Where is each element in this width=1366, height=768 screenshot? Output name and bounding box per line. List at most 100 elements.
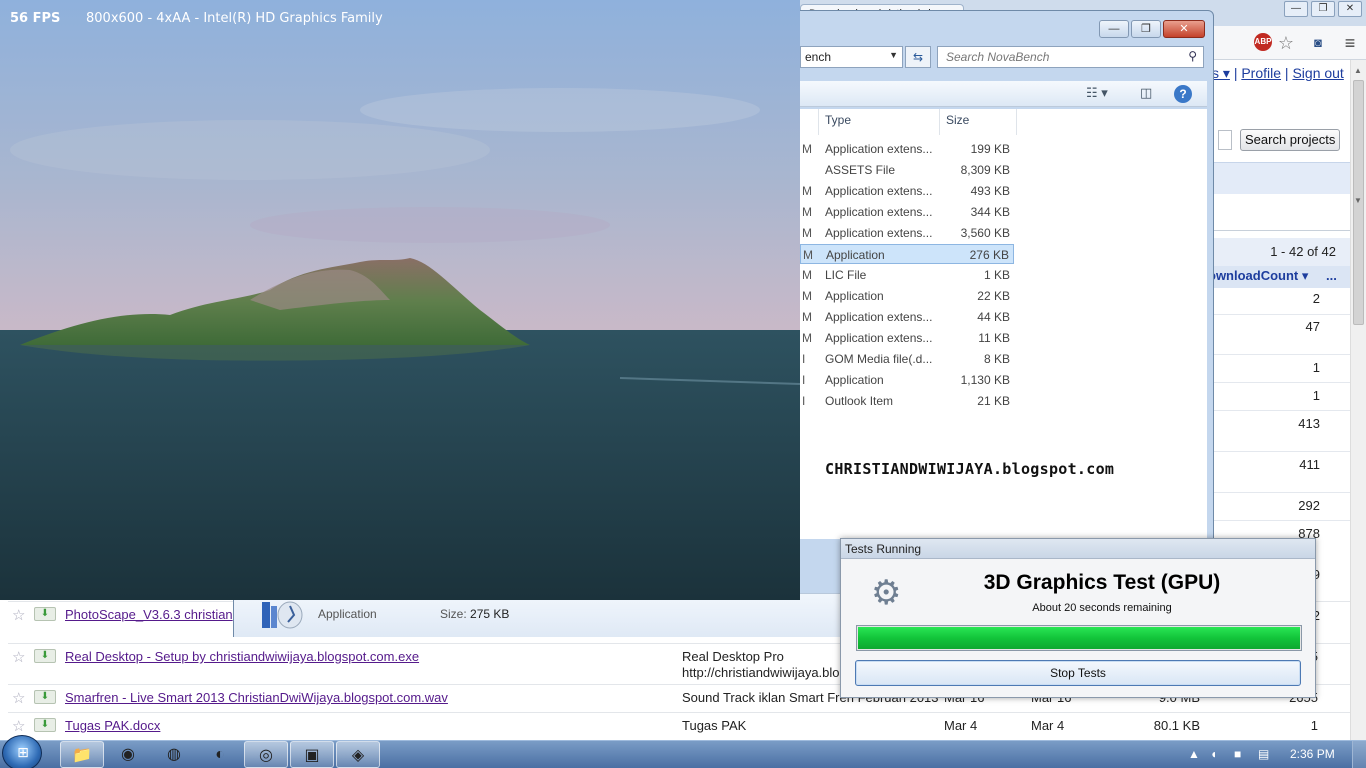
file-row[interactable]: M Application extens... 493 KB (800, 181, 1014, 201)
file-size: 1 KB (983, 268, 1010, 282)
column-label[interactable]: ownloadCount ▾ (1208, 268, 1308, 284)
extension-icon[interactable]: ◙ (1308, 33, 1328, 53)
file-row[interactable]: M Application extens... 3,560 KB (800, 223, 1014, 243)
scroll-down-icon[interactable]: ▼ (1354, 196, 1362, 205)
details-size-value: 275 KB (470, 607, 510, 621)
start-button[interactable]: ⊞ (2, 735, 42, 768)
star-icon[interactable]: ☆ (12, 606, 25, 624)
network-icon[interactable]: ▤ (1258, 747, 1269, 761)
menu-icon[interactable]: ≡ (1340, 33, 1360, 53)
search-icon[interactable]: ⚲ (1188, 49, 1197, 63)
search-projects-button[interactable]: Search projects (1240, 129, 1341, 151)
column-divider[interactable] (939, 109, 940, 135)
signout-link[interactable]: Sign out (1292, 65, 1343, 81)
divider (1214, 230, 1350, 231)
file-type: LIC File (825, 268, 867, 282)
maximize-icon[interactable]: ❐ (1131, 20, 1161, 38)
file-row[interactable]: M Application extens... 44 KB (800, 307, 1014, 327)
star-icon[interactable]: ☆ (12, 648, 25, 666)
file-row[interactable]: I Application 1,130 KB (800, 370, 1014, 390)
file-row[interactable]: M Application 276 KB (800, 244, 1014, 264)
file-name-fragment: M (802, 268, 812, 282)
star-icon[interactable]: ☆ (12, 717, 25, 735)
file-link[interactable]: PhotoScape_V3.6.3 christian (65, 607, 233, 622)
download-icon[interactable]: ⬇ (34, 649, 56, 663)
more-columns-button[interactable]: ... (1326, 268, 1337, 283)
download-icon[interactable]: ⬇ (34, 690, 56, 704)
volume-icon[interactable]: ◖ (1210, 747, 1217, 761)
file-row[interactable]: M Application extens... 199 KB (800, 139, 1014, 159)
file-size: 276 KB (969, 248, 1009, 262)
browser-window-controls: — ❐ ✕ (1284, 1, 1362, 17)
minimize-icon[interactable]: — (1284, 1, 1308, 17)
file-size: 8 KB (983, 352, 1010, 366)
view-options-icon[interactable]: ☷ ▾ (1086, 85, 1108, 101)
globe-taskbar-icon[interactable]: ◍ (152, 741, 196, 768)
file-type: Application extens... (825, 205, 933, 219)
tray-arrow-icon[interactable]: ▲ (1188, 747, 1200, 761)
file-link[interactable]: Tugas PAK.docx (65, 718, 160, 733)
show-desktop-button[interactable] (1352, 741, 1366, 768)
preview-pane-icon[interactable]: ◫ (1140, 85, 1152, 101)
file-summary-link[interactable]: http://christiandwiwijaya.blo (682, 665, 840, 680)
refresh-icon[interactable]: ⇆ (905, 46, 931, 68)
file-summary: Tugas PAK (682, 718, 747, 733)
explorer-search-input[interactable]: Search NovaBench ⚲ (937, 46, 1204, 68)
app2-taskbar-icon[interactable]: ◈ (336, 741, 380, 768)
clock[interactable]: 2:36 PM (1290, 747, 1335, 761)
file-size: 493 KB (970, 184, 1010, 198)
file-type: GOM Media file(.d... (825, 352, 933, 366)
column-divider[interactable] (1016, 109, 1017, 135)
gpu-test-viewport: 56 FPS 800x600 - 4xAA - Intel(R) HD Grap… (0, 0, 800, 600)
adblock-icon[interactable]: ABP (1254, 33, 1272, 51)
chevron-down-icon[interactable]: ▼ (889, 50, 898, 60)
column-type[interactable]: Type (825, 113, 851, 127)
browser-scrollbar[interactable]: ▲ ▼ (1350, 60, 1366, 740)
download-count-header[interactable]: ownloadCount ▾ ... (1208, 266, 1350, 288)
file-row[interactable]: M Application extens... 344 KB (800, 202, 1014, 222)
app-taskbar-icon[interactable]: ◉ (106, 741, 150, 768)
scroll-up-icon[interactable]: ▲ (1354, 66, 1362, 75)
file-size: 3,560 KB (960, 226, 1010, 240)
file-row[interactable]: I Outlook Item 21 KB (800, 391, 1014, 411)
stop-tests-button[interactable]: Stop Tests (855, 660, 1301, 686)
file-name-fragment: M (802, 331, 812, 345)
novabench-taskbar-icon[interactable]: ▣ (290, 741, 334, 768)
file-row[interactable]: M Application 22 KB (800, 286, 1014, 306)
minimize-icon[interactable]: — (1099, 20, 1129, 38)
chrome-taskbar-icon[interactable]: ◎ (244, 741, 288, 768)
project-search-input[interactable] (1218, 130, 1232, 150)
file-row: ☆ ⬇ Tugas PAK.docx Tugas PAK Mar 4 Mar 4… (8, 712, 1350, 740)
close-icon[interactable]: ✕ (1163, 20, 1205, 38)
row-divider (1214, 410, 1350, 411)
explorer-taskbar-icon[interactable]: 📁 (60, 741, 104, 768)
file-link[interactable]: Real Desktop - Setup by christiandwiwija… (65, 649, 419, 664)
file-size: 22 KB (977, 289, 1010, 303)
file-row[interactable]: ASSETS File 8,309 KB (800, 160, 1014, 180)
file-row[interactable]: I GOM Media file(.d... 8 KB (800, 349, 1014, 369)
gear-icon: ⚙ (871, 574, 902, 612)
profile-link[interactable]: Profile (1241, 65, 1281, 81)
column-size[interactable]: Size (946, 113, 969, 127)
download-icon[interactable]: ⬇ (34, 607, 56, 621)
file-size: 8,309 KB (960, 163, 1010, 177)
download-icon[interactable]: ⬇ (34, 718, 56, 732)
star-icon[interactable]: ☆ (12, 689, 25, 707)
file-link[interactable]: Smarfren - Live Smart 2013 ChristianDwiW… (65, 690, 448, 705)
file-row[interactable]: M Application extens... 11 KB (800, 328, 1014, 348)
bookmark-star-icon[interactable]: ☆ (1276, 33, 1296, 53)
file-uploaded: Mar 4 (944, 718, 978, 733)
file-row[interactable]: M LIC File 1 KB (800, 265, 1014, 285)
tray-app-icon[interactable]: ■ (1234, 747, 1241, 761)
file-name-fragment: M (802, 289, 812, 303)
close-icon[interactable]: ✕ (1338, 1, 1362, 17)
dropdown-link[interactable]: s ▾ (1212, 65, 1230, 81)
maximize-icon[interactable]: ❐ (1311, 1, 1335, 17)
tests-running-dialog: Tests Running ⚙ 3D Graphics Test (GPU) A… (840, 538, 1316, 698)
address-bar[interactable]: ench ▼ (800, 46, 903, 68)
column-divider[interactable] (818, 109, 819, 135)
help-icon[interactable]: ? (1174, 85, 1192, 103)
file-type: Application extens... (825, 310, 933, 324)
file-name-fragment: M (802, 184, 812, 198)
firefox-taskbar-icon[interactable]: ◐ (198, 741, 242, 768)
